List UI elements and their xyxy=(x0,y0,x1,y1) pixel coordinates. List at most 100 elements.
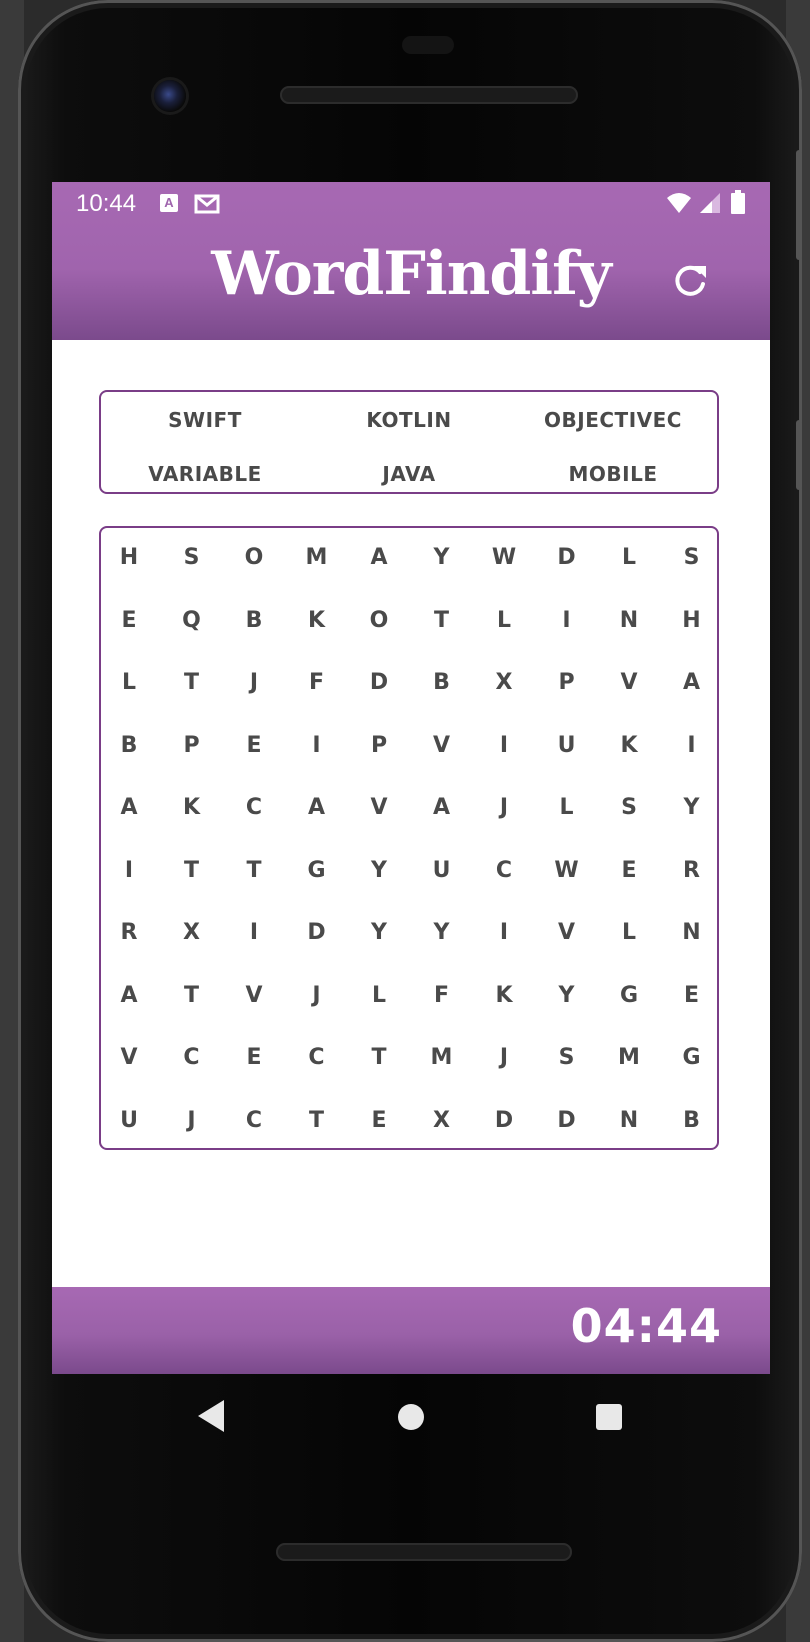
grid-cell[interactable]: C xyxy=(234,788,274,828)
grid-cell[interactable]: P xyxy=(172,726,212,766)
grid-cell[interactable]: Q xyxy=(172,601,212,641)
grid-cell[interactable]: B xyxy=(422,663,462,703)
grid-cell[interactable]: T xyxy=(422,601,462,641)
grid-cell[interactable]: P xyxy=(359,726,399,766)
grid-cell[interactable]: C xyxy=(172,1038,212,1078)
grid-cell[interactable]: B xyxy=(109,726,149,766)
grid-cell[interactable]: X xyxy=(422,1101,462,1141)
grid-cell[interactable]: G xyxy=(609,976,649,1016)
grid-cell[interactable]: C xyxy=(234,1101,274,1141)
grid-cell[interactable]: W xyxy=(547,851,587,891)
grid-cell[interactable]: D xyxy=(547,538,587,578)
grid-cell[interactable]: Y xyxy=(547,976,587,1016)
grid-cell[interactable]: B xyxy=(672,1101,712,1141)
grid-cell[interactable]: L xyxy=(484,601,524,641)
grid-cell[interactable]: C xyxy=(297,1038,337,1078)
grid-cell[interactable]: N xyxy=(672,913,712,953)
grid-cell[interactable]: D xyxy=(547,1101,587,1141)
home-circle-icon[interactable] xyxy=(398,1404,424,1430)
grid-cell[interactable]: F xyxy=(422,976,462,1016)
grid-cell[interactable]: H xyxy=(672,601,712,641)
grid-cell[interactable]: E xyxy=(672,976,712,1016)
grid-cell[interactable]: I xyxy=(109,851,149,891)
grid-cell[interactable]: T xyxy=(297,1101,337,1141)
grid-cell[interactable]: E xyxy=(234,1038,274,1078)
grid-cell[interactable]: D xyxy=(297,913,337,953)
grid-cell[interactable]: T xyxy=(234,851,274,891)
grid-cell[interactable]: A xyxy=(109,976,149,1016)
grid-cell[interactable]: T xyxy=(359,1038,399,1078)
grid-cell[interactable]: L xyxy=(109,663,149,703)
grid-cell[interactable]: M xyxy=(422,1038,462,1078)
grid-cell[interactable]: E xyxy=(234,726,274,766)
grid-cell[interactable]: S xyxy=(672,538,712,578)
grid-cell[interactable]: V xyxy=(609,663,649,703)
grid-cell[interactable]: A xyxy=(672,663,712,703)
grid-cell[interactable]: U xyxy=(109,1101,149,1141)
grid-cell[interactable]: T xyxy=(172,663,212,703)
refresh-icon[interactable] xyxy=(670,260,710,300)
grid-cell[interactable]: K xyxy=(297,601,337,641)
grid-cell[interactable]: H xyxy=(109,538,149,578)
grid-cell[interactable]: E xyxy=(609,851,649,891)
grid-cell[interactable]: N xyxy=(609,1101,649,1141)
grid-cell[interactable]: J xyxy=(234,663,274,703)
grid-cell[interactable]: L xyxy=(547,788,587,828)
grid-cell[interactable]: J xyxy=(297,976,337,1016)
grid-cell[interactable]: D xyxy=(359,663,399,703)
grid-cell[interactable]: V xyxy=(359,788,399,828)
grid-cell[interactable]: D xyxy=(484,1101,524,1141)
grid-cell[interactable]: I xyxy=(672,726,712,766)
grid-cell[interactable]: T xyxy=(172,976,212,1016)
grid-cell[interactable]: B xyxy=(234,601,274,641)
grid-cell[interactable]: T xyxy=(172,851,212,891)
grid-cell[interactable]: J xyxy=(484,1038,524,1078)
grid-cell[interactable]: I xyxy=(484,726,524,766)
grid-cell[interactable]: E xyxy=(359,1101,399,1141)
grid-cell[interactable]: G xyxy=(672,1038,712,1078)
grid-cell[interactable]: R xyxy=(109,913,149,953)
grid-cell[interactable]: I xyxy=(547,601,587,641)
grid-cell[interactable]: Y xyxy=(359,913,399,953)
grid-cell[interactable]: C xyxy=(484,851,524,891)
grid-cell[interactable]: S xyxy=(609,788,649,828)
grid-cell[interactable]: A xyxy=(359,538,399,578)
grid-cell[interactable]: M xyxy=(609,1038,649,1078)
grid-cell[interactable]: I xyxy=(234,913,274,953)
grid-cell[interactable]: A xyxy=(109,788,149,828)
grid-cell[interactable]: S xyxy=(172,538,212,578)
grid-cell[interactable]: J xyxy=(484,788,524,828)
grid-cell[interactable]: J xyxy=(172,1101,212,1141)
grid-cell[interactable]: G xyxy=(297,851,337,891)
grid-cell[interactable]: K xyxy=(172,788,212,828)
grid-cell[interactable]: M xyxy=(297,538,337,578)
grid-cell[interactable]: P xyxy=(547,663,587,703)
recents-square-icon[interactable] xyxy=(596,1404,622,1430)
grid-cell[interactable]: K xyxy=(484,976,524,1016)
grid-cell[interactable]: F xyxy=(297,663,337,703)
grid-cell[interactable]: N xyxy=(609,601,649,641)
grid-cell[interactable]: U xyxy=(547,726,587,766)
grid-cell[interactable]: I xyxy=(484,913,524,953)
grid-cell[interactable]: A xyxy=(422,788,462,828)
grid-cell[interactable]: E xyxy=(109,601,149,641)
grid-cell[interactable]: L xyxy=(609,538,649,578)
grid-cell[interactable]: V xyxy=(547,913,587,953)
grid-cell[interactable]: K xyxy=(609,726,649,766)
grid-cell[interactable]: V xyxy=(422,726,462,766)
grid-cell[interactable]: V xyxy=(234,976,274,1016)
grid-cell[interactable]: I xyxy=(297,726,337,766)
grid-cell[interactable]: S xyxy=(547,1038,587,1078)
grid-cell[interactable]: Y xyxy=(422,538,462,578)
grid-cell[interactable]: Y xyxy=(672,788,712,828)
grid-cell[interactable]: O xyxy=(234,538,274,578)
grid-cell[interactable]: Y xyxy=(359,851,399,891)
grid-cell[interactable]: U xyxy=(422,851,462,891)
grid-cell[interactable]: X xyxy=(484,663,524,703)
grid-cell[interactable]: Y xyxy=(422,913,462,953)
grid-cell[interactable]: X xyxy=(172,913,212,953)
back-triangle-icon[interactable] xyxy=(196,1398,226,1434)
grid-cell[interactable]: A xyxy=(297,788,337,828)
grid-cell[interactable]: R xyxy=(672,851,712,891)
grid-cell[interactable]: L xyxy=(359,976,399,1016)
